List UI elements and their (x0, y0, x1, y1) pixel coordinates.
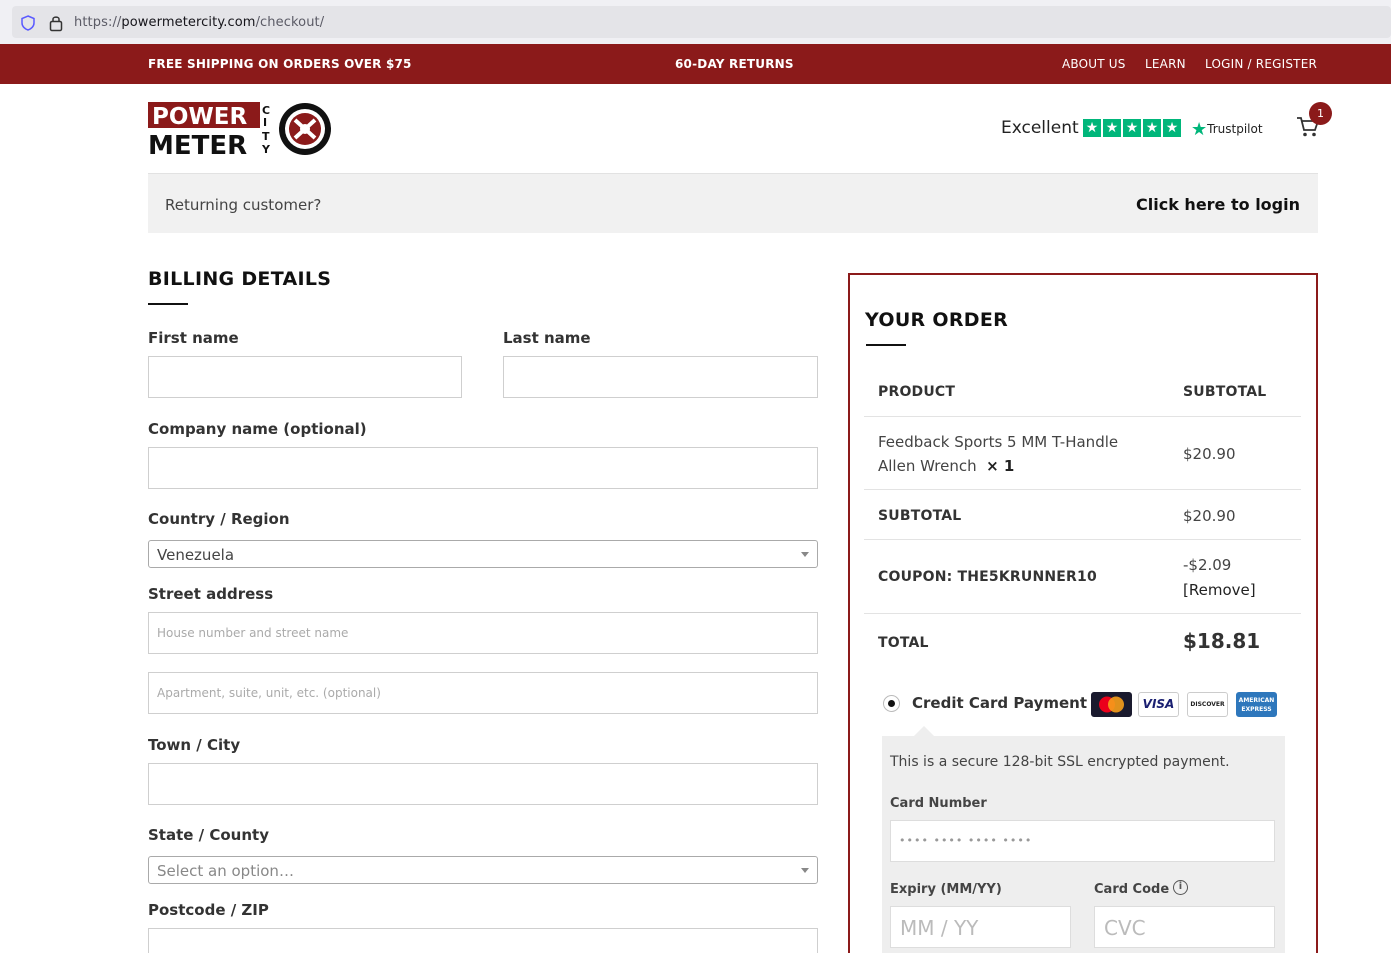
order-summary-box: YOUR ORDER PRODUCT SUBTOTAL Feedback Spo… (848, 273, 1318, 953)
card-number-input[interactable]: •••• •••• •••• •••• (890, 820, 1275, 862)
divider (864, 613, 1301, 614)
country-selected-value: Venezuela (157, 546, 235, 564)
star-icon: ★ (1103, 119, 1121, 137)
coupon-label: COUPON: THE5KRUNNER10 (878, 569, 1097, 585)
street-address-line2-input[interactable]: Apartment, suite, unit, etc. (optional) (148, 672, 818, 714)
total-value: $18.81 (1183, 629, 1261, 653)
logo-meter-text: METER (148, 131, 247, 158)
street-address-line1-input[interactable]: House number and street name (148, 612, 818, 654)
divider (864, 489, 1301, 490)
card-code-input[interactable]: CVC (1094, 906, 1275, 948)
order-item-price: $20.90 (1183, 445, 1236, 463)
url-domain: powermetercity.com (121, 15, 256, 30)
logo-power-text: POWER (152, 104, 247, 130)
star-icon: ★ (1083, 119, 1101, 137)
payment-box-notch (914, 726, 934, 736)
svg-text:CITY: CITY (261, 104, 271, 156)
col-product-header: PRODUCT (878, 384, 956, 400)
url-path: /checkout/ (255, 15, 325, 30)
heading-underline (866, 344, 906, 346)
billing-details-heading: BILLING DETAILS (148, 268, 332, 290)
trust-rating-text: Excellent (1001, 118, 1079, 138)
power-meter-city-logo[interactable]: POWER METER CITY (148, 100, 334, 158)
company-name-input[interactable] (148, 447, 818, 489)
postcode-input[interactable] (148, 928, 818, 953)
visa-icon: VISA (1138, 692, 1179, 717)
star-icon: ★ (1123, 119, 1141, 137)
secure-payment-text: This is a secure 128-bit SSL encrypted p… (890, 754, 1230, 770)
subtotal-label: SUBTOTAL (878, 508, 962, 524)
free-shipping-text: FREE SHIPPING ON ORDERS OVER $75 (148, 57, 412, 71)
card-code-placeholder: CVC (1104, 916, 1146, 940)
trustpilot-star-icon: ★ (1191, 119, 1208, 140)
info-icon[interactable]: i (1173, 880, 1188, 895)
trustpilot-brand: ★Trustpilot (1191, 119, 1263, 140)
card-code-label: Card Code (1094, 882, 1170, 897)
your-order-heading: YOUR ORDER (865, 309, 1009, 331)
url-text[interactable]: https://powermetercity.com/checkout/ (74, 15, 324, 30)
country-select[interactable]: Venezuela (148, 540, 818, 568)
first-name-label: First name (148, 329, 239, 347)
trustpilot-label: Trustpilot (1207, 122, 1263, 136)
expiry-input[interactable]: MM / YY (890, 906, 1071, 948)
expiry-placeholder: MM / YY (900, 916, 979, 940)
trust-stars: ★ ★ ★ ★ ★ (1083, 119, 1181, 137)
heading-underline (148, 303, 188, 305)
amex-icon: AMERICAN EXPRESS (1236, 692, 1277, 717)
credit-card-form: This is a secure 128-bit SSL encrypted p… (882, 736, 1285, 953)
returning-question: Returning customer? (165, 196, 322, 214)
last-name-input[interactable] (503, 356, 818, 398)
order-item-name-line2-text: Allen Wrench (878, 457, 977, 475)
divider (864, 416, 1301, 417)
credit-card-payment-label[interactable]: Credit Card Payment (912, 694, 1087, 712)
credit-card-radio[interactable] (883, 695, 900, 712)
street2-placeholder: Apartment, suite, unit, etc. (optional) (157, 686, 381, 700)
coupon-discount-value: -$2.09 (1183, 556, 1232, 574)
card-number-placeholder: •••• •••• •••• •••• (899, 834, 1033, 847)
coupon-remove-link[interactable]: [Remove] (1183, 581, 1256, 599)
click-here-to-login-link[interactable]: Click here to login (1136, 195, 1300, 214)
divider (864, 539, 1301, 540)
total-label: TOTAL (878, 635, 929, 651)
chevron-down-icon (801, 868, 809, 873)
company-name-label: Company name (optional) (148, 420, 367, 438)
shield-icon[interactable] (20, 15, 36, 31)
star-icon: ★ (1163, 119, 1181, 137)
town-city-input[interactable] (148, 763, 818, 805)
order-item-name-line2: Allen Wrench × 1 (878, 457, 1014, 475)
country-region-label: Country / Region (148, 510, 290, 528)
star-icon: ★ (1143, 119, 1161, 137)
state-select[interactable]: Select an option… (148, 856, 818, 884)
nav-login-register[interactable]: LOGIN / REGISTER (1205, 57, 1317, 71)
last-name-label: Last name (503, 329, 591, 347)
returns-text: 60-DAY RETURNS (675, 57, 794, 71)
order-item-qty: × 1 (986, 457, 1015, 475)
url-prefix: https:// (74, 15, 122, 30)
order-item-name-line1: Feedback Sports 5 MM T-Handle (878, 433, 1119, 451)
street-address-label: Street address (148, 585, 274, 603)
chevron-down-icon (801, 552, 809, 557)
cart-count-badge[interactable]: 1 (1309, 102, 1332, 125)
browser-url-bar: https://powermetercity.com/checkout/ (0, 0, 1391, 44)
col-subtotal-header: SUBTOTAL (1183, 384, 1267, 400)
town-city-label: Town / City (148, 736, 241, 754)
card-number-label: Card Number (890, 796, 987, 811)
mastercard-icon (1091, 692, 1132, 717)
postcode-zip-label: Postcode / ZIP (148, 901, 269, 919)
state-placeholder: Select an option… (157, 862, 294, 880)
nav-learn[interactable]: LEARN (1145, 57, 1186, 71)
nav-about-us[interactable]: ABOUT US (1062, 57, 1126, 71)
subtotal-value: $20.90 (1183, 507, 1236, 525)
discover-icon: DISCOVER (1187, 692, 1228, 717)
state-county-label: State / County (148, 826, 269, 844)
lock-icon[interactable] (49, 14, 63, 32)
street1-placeholder: House number and street name (157, 626, 349, 640)
first-name-input[interactable] (148, 356, 462, 398)
promo-bar: FREE SHIPPING ON ORDERS OVER $75 60-DAY … (0, 44, 1391, 84)
expiry-label: Expiry (MM/YY) (890, 882, 1002, 897)
returning-customer-notice: Returning customer? Click here to login (148, 173, 1318, 233)
